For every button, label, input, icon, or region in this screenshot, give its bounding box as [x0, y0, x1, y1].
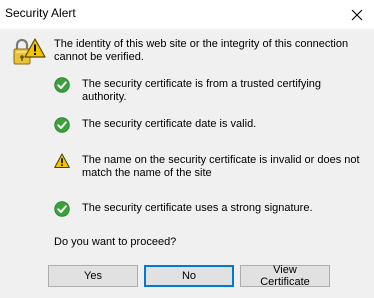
- title-bar: Security Alert: [0, 0, 374, 29]
- proceed-question: Do you want to proceed?: [54, 236, 177, 248]
- green-check-icon: [54, 201, 70, 217]
- check-text: The security certificate is from a trust…: [82, 78, 322, 103]
- view-certificate-button[interactable]: View Certificate: [240, 264, 330, 288]
- warning-icon: [54, 153, 70, 168]
- security-alert-dialog: Security Alert The identity of this web …: [0, 0, 374, 298]
- lock-warning-icon: [13, 38, 46, 65]
- check-text: The security certificate uses a strong s…: [82, 202, 313, 214]
- close-icon: [351, 9, 363, 20]
- window-title: Security Alert: [5, 6, 76, 20]
- yes-button[interactable]: Yes: [48, 265, 138, 287]
- intro-message: The identity of this web site or the int…: [54, 38, 349, 63]
- green-check-icon: [54, 117, 70, 133]
- green-check-icon: [54, 77, 70, 93]
- check-text: The security certificate date is valid.: [82, 118, 257, 130]
- check-text: The name on the security certificate is …: [82, 154, 360, 179]
- no-button[interactable]: No: [144, 265, 234, 287]
- close-button[interactable]: [340, 0, 374, 29]
